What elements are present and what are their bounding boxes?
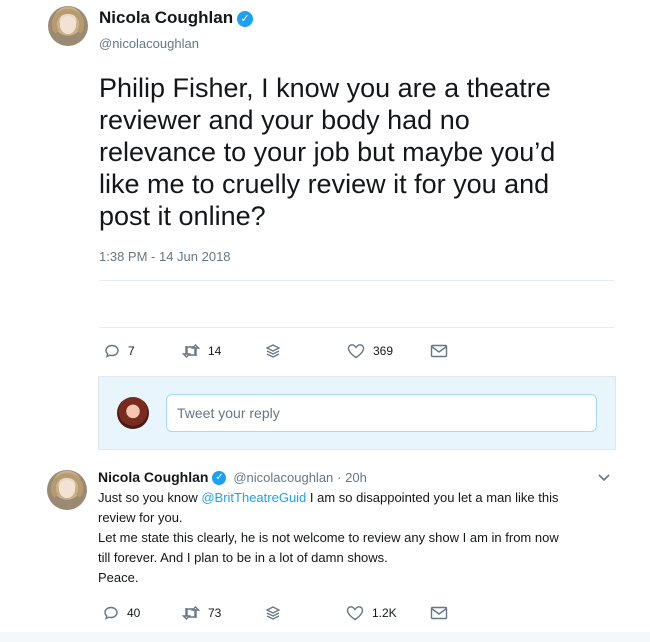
- divider: [99, 327, 614, 328]
- current-user-avatar: [117, 397, 149, 429]
- reply-retweet-count: 73: [208, 606, 222, 620]
- reply-time[interactable]: · 20h: [337, 470, 367, 485]
- reply-menu-button[interactable]: [597, 470, 611, 489]
- reply-author-handle[interactable]: @nicolacoughlan: [233, 470, 333, 485]
- reply-stack-action[interactable]: [265, 605, 289, 621]
- reply-composer: Tweet your reply: [98, 376, 616, 450]
- divider: [99, 280, 614, 281]
- stack-action[interactable]: [265, 343, 289, 359]
- author-name[interactable]: Nicola Coughlan: [99, 8, 233, 27]
- reply-text: Just so you know @BritTheatreGuid I am s…: [98, 488, 618, 588]
- verified-badge-icon: ✓: [212, 471, 227, 486]
- retweet-icon: [182, 606, 200, 620]
- like-action[interactable]: 369: [347, 343, 393, 359]
- tweet-text: Philip Fisher, I know you are a theatre …: [99, 73, 556, 231]
- message-icon: [430, 606, 448, 620]
- reply-icon: [104, 606, 118, 620]
- bottom-bar: [0, 632, 650, 642]
- reply-count: 7: [128, 344, 135, 358]
- message-action[interactable]: [430, 343, 456, 359]
- retweet-action[interactable]: 14: [182, 343, 221, 359]
- message-icon: [430, 344, 448, 358]
- reply-author-avatar[interactable]: [47, 470, 87, 510]
- author-avatar[interactable]: [48, 6, 88, 46]
- tweet-timestamp[interactable]: 1:38 PM - 14 Jun 2018: [99, 249, 231, 264]
- reply-header: Nicola Coughlan ✓ @nicolacoughlan · 20h: [98, 469, 367, 486]
- reply-input[interactable]: Tweet your reply: [166, 394, 597, 432]
- reply-text-start: Just so you know: [98, 490, 202, 505]
- chevron-down-icon: [598, 474, 610, 482]
- reply-message-action[interactable]: [430, 605, 456, 621]
- retweet-icon: [182, 344, 200, 358]
- author-handle[interactable]: @nicolacoughlan: [99, 36, 199, 51]
- reply-reply-count: 40: [127, 606, 141, 620]
- verified-badge-icon: ✓: [237, 10, 254, 27]
- author-name-row: Nicola Coughlan ✓: [99, 8, 254, 28]
- mention-link[interactable]: @BritTheatreGuid: [201, 490, 306, 505]
- reply-like-action[interactable]: 1.2K: [346, 605, 397, 621]
- heart-icon: [347, 344, 365, 359]
- like-count: 369: [373, 344, 394, 358]
- stack-icon: [265, 606, 281, 620]
- reply-retweet-action[interactable]: 73: [182, 605, 221, 621]
- reply-icon: [105, 344, 119, 358]
- reply-author-name[interactable]: Nicola Coughlan: [98, 469, 208, 485]
- reply-action[interactable]: 7: [104, 343, 135, 359]
- reply-like-count: 1.2K: [372, 606, 397, 620]
- stack-icon: [265, 344, 281, 358]
- reply-reply-action[interactable]: 40: [103, 605, 140, 621]
- heart-icon: [346, 606, 364, 621]
- retweet-count: 14: [208, 344, 222, 358]
